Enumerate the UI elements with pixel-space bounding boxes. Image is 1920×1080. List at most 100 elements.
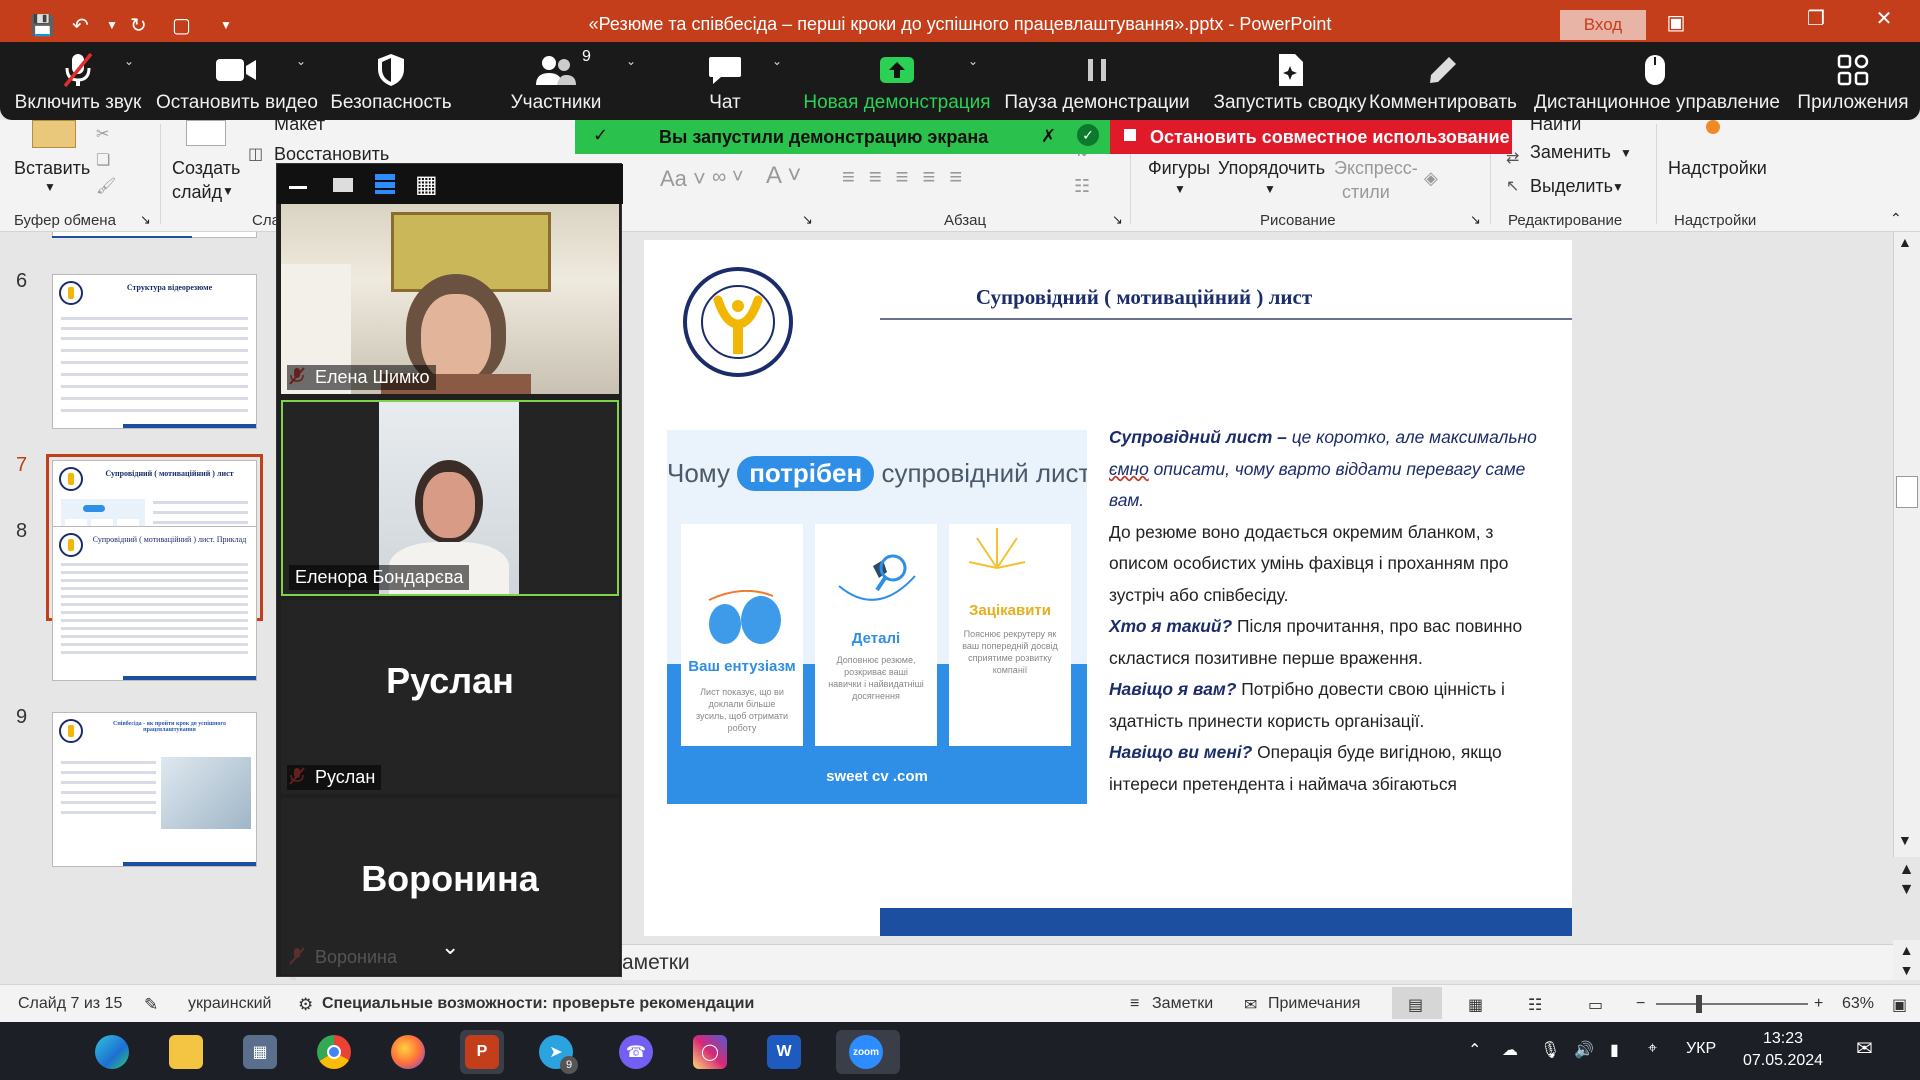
slide-thumbnail-6[interactable]: Структура відеорезюме (52, 274, 257, 429)
quick-styles-label-2[interactable]: стили (1342, 182, 1390, 203)
start-button[interactable] (14, 1030, 58, 1074)
scroll-thumb[interactable] (1896, 476, 1918, 508)
strip-view-icon[interactable] (375, 174, 395, 194)
word-taskbar-button[interactable]: W (762, 1030, 806, 1074)
accessibility-status[interactable]: Специальные возможности: проверьте реком… (322, 995, 754, 1013)
scroll-down-icon[interactable]: ▼ (1898, 832, 1912, 848)
zoom-slider-thumb[interactable] (1696, 995, 1702, 1013)
slide-sorter-view-icon[interactable]: ▦ (1468, 995, 1483, 1015)
format-painter-icon[interactable]: 🖌 (96, 176, 116, 196)
smartart-icon[interactable]: ☷ (1074, 176, 1090, 197)
new-slide-button[interactable]: Создать (172, 158, 240, 179)
network-icon[interactable]: ⌖ (1648, 1040, 1657, 1058)
restore-window-icon[interactable]: ❐ (1796, 6, 1836, 31)
arrange-dropdown-icon[interactable]: ▼ (1264, 182, 1276, 196)
stop-video-button[interactable]: ⌄ Остановить видео (156, 42, 318, 120)
replace-dropdown-icon[interactable]: ▼ (1620, 146, 1632, 160)
input-language[interactable]: УКР (1686, 1040, 1716, 1058)
redo-icon[interactable]: ↻ (130, 13, 147, 38)
firefox-taskbar-button[interactable] (386, 1030, 430, 1074)
participants-button[interactable]: 9 ⌄ Участники (500, 42, 636, 120)
select-dropdown-icon[interactable]: ▼ (1612, 180, 1624, 194)
notes-scroll-icons[interactable]: ▲ ▼ (1893, 940, 1920, 980)
microphone-tray-icon[interactable]: 🎙 (1540, 1040, 1560, 1060)
zoom-level[interactable]: 63% (1842, 995, 1874, 1013)
unmute-button[interactable]: ⌄ Включить звук (8, 42, 148, 120)
slideshow-view-icon[interactable]: ▭ (1588, 995, 1603, 1015)
font-size-icon[interactable]: Aa ˅ (660, 166, 706, 192)
prev-next-slide-icons[interactable]: ▲ ▼ (1893, 860, 1920, 910)
paste-icon[interactable] (32, 120, 76, 148)
language-indicator[interactable]: украинский (188, 995, 271, 1013)
vertical-scrollbar[interactable]: ▲ ▼ (1893, 232, 1920, 857)
calculator-taskbar-button[interactable]: ▦ (238, 1030, 282, 1074)
quick-styles-button[interactable]: Экспресс- (1334, 158, 1418, 179)
font-color-icon[interactable]: A ˅ (766, 162, 801, 190)
stop-share-button[interactable]: Остановить совместное использование (1110, 120, 1512, 154)
new-share-button[interactable]: ⌄ Новая демонстрация (800, 42, 994, 120)
video-tile-participant-4[interactable]: Воронина Воронина ⌄ (281, 798, 619, 974)
minimize-video-icon[interactable] (289, 186, 307, 189)
current-slide[interactable]: Супровідний ( мотиваційний ) лист Чому п… (644, 240, 1572, 936)
customize-toolbar-icon[interactable]: ▼ (220, 18, 232, 32)
apps-button[interactable]: Приложения (1792, 42, 1914, 120)
start-summary-button[interactable]: Запустить сводку (1200, 42, 1380, 120)
paste-button[interactable]: Вставить (14, 158, 90, 179)
zoom-slider[interactable] (1656, 1003, 1808, 1005)
zoom-taskbar-button[interactable]: zoom (836, 1030, 900, 1074)
undo-dropdown-icon[interactable]: ▼ (106, 18, 118, 32)
new-slide-label-2[interactable]: слайд (172, 182, 222, 203)
show-hidden-icons[interactable]: ⌃ (1468, 1040, 1481, 1060)
fit-to-window-icon[interactable]: ▣ (1892, 995, 1907, 1015)
volume-icon[interactable]: 🔊 (1574, 1040, 1594, 1060)
replace-button[interactable]: Заменить (1530, 142, 1611, 163)
login-button[interactable]: Вход (1560, 10, 1646, 40)
video-tile-participant-3[interactable]: Руслан Руслан (281, 600, 619, 794)
comments-button[interactable]: Примечания (1268, 995, 1360, 1013)
new-slide-icon[interactable] (186, 120, 226, 146)
chevron-down-icon[interactable]: ⌄ (441, 934, 459, 960)
shape-fill-icon[interactable]: ◈ (1424, 168, 1438, 189)
gallery-view-icon[interactable]: ▦ (415, 170, 438, 199)
font-launcher-icon[interactable]: ↘ (802, 212, 813, 228)
notifications-icon[interactable]: ✉ (1856, 1036, 1873, 1061)
scroll-up-icon[interactable]: ▲ (1898, 234, 1912, 250)
file-explorer-taskbar-button[interactable] (164, 1030, 208, 1074)
highlight-icon[interactable]: ∞ ˅ (712, 166, 744, 189)
reset-button[interactable]: Восстановить (274, 144, 389, 165)
undo-icon[interactable]: ↶ (72, 13, 89, 38)
addins-button[interactable]: Надстройки (1668, 158, 1767, 179)
taskbar-clock[interactable]: 13:23 07.05.2024 (1738, 1028, 1828, 1072)
notes-pane[interactable]: аметки (622, 944, 1893, 980)
ribbon-display-icon[interactable]: ▣ (1656, 10, 1696, 35)
zoom-in-icon[interactable]: + (1814, 995, 1823, 1013)
telegram-taskbar-button[interactable]: ➤ 9 (534, 1030, 578, 1074)
clipboard-launcher-icon[interactable]: ↘ (140, 212, 151, 228)
remote-control-button[interactable]: Дистанционное управление (1534, 42, 1780, 120)
mic-muted-icon[interactable]: ✗ (1041, 126, 1056, 147)
close-window-icon[interactable]: ✕ (1864, 6, 1904, 31)
select-button[interactable]: Выделить (1530, 176, 1613, 197)
battery-icon[interactable]: ▮ (1610, 1040, 1619, 1060)
shapes-button[interactable]: Фигуры (1148, 158, 1210, 179)
notes-toggle-button[interactable]: Заметки (1152, 995, 1213, 1013)
paragraph-launcher-icon[interactable]: ↘ (1112, 212, 1123, 228)
powerpoint-taskbar-button[interactable]: P (460, 1030, 504, 1074)
active-speaker-view-icon[interactable] (333, 178, 353, 192)
drawing-launcher-icon[interactable]: ↘ (1470, 212, 1481, 228)
chat-button[interactable]: ⌄ Чат (680, 42, 782, 120)
annotate-button[interactable]: Комментировать (1368, 42, 1518, 120)
paste-dropdown-icon[interactable]: ▼ (44, 180, 56, 194)
reading-view-icon[interactable]: ☷ (1528, 995, 1542, 1015)
spellcheck-icon[interactable]: ✎ (144, 995, 158, 1015)
viber-taskbar-button[interactable]: ☎ (614, 1030, 658, 1074)
video-tile-participant-2[interactable]: Еленора Бондарєва (281, 400, 619, 596)
new-slide-dropdown-icon[interactable]: ▼ (222, 184, 234, 198)
copy-icon[interactable]: ❏ (96, 150, 110, 170)
shapes-dropdown-icon[interactable]: ▼ (1174, 182, 1186, 196)
pin-icon[interactable]: ✓ (593, 125, 608, 146)
slide-thumbnail-9[interactable]: Співбесіда - як пройти крок до успішного… (52, 712, 257, 867)
video-tile-participant-1[interactable]: Елена Шимко (281, 204, 619, 394)
save-icon[interactable]: 💾 (30, 13, 55, 38)
cut-icon[interactable]: ✂ (96, 124, 109, 144)
